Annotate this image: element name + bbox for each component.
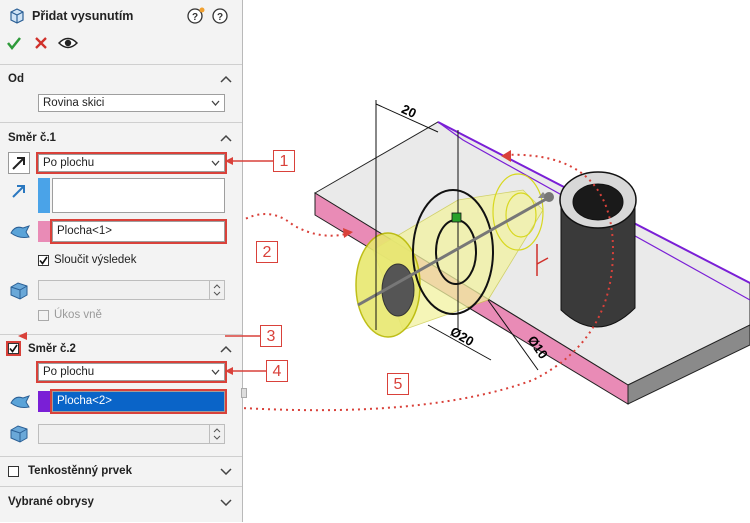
face2-value: Plocha<2>	[57, 395, 112, 407]
section-od-header[interactable]: Od	[0, 64, 242, 93]
direction2-end-condition-value: Po plochu	[43, 366, 95, 378]
dimension-diameter-20[interactable]: Ø20	[448, 324, 477, 349]
chevron-down-icon	[211, 369, 220, 375]
extrude-feature-icon	[10, 8, 24, 24]
draft-outward-label: Úkos vně	[54, 309, 102, 321]
callout-5: 5	[387, 373, 409, 395]
chevron-up-icon[interactable]	[220, 134, 232, 142]
direction-handle[interactable]	[544, 192, 554, 202]
sketch-origin-point	[451, 212, 462, 223]
merge-result-checkbox[interactable]	[38, 255, 49, 266]
svg-text:?: ?	[217, 12, 223, 23]
face-selection-icon	[10, 395, 30, 408]
section-direction1-header[interactable]: Směr č.1	[0, 122, 242, 151]
help-icon[interactable]: ?	[211, 7, 229, 25]
face1-color-swatch	[38, 221, 50, 242]
od-select[interactable]: Rovina skici	[38, 94, 225, 112]
section-selected-contours-label: Vybrané obrysy	[8, 496, 94, 508]
draft-angle-spinner[interactable]	[38, 280, 225, 300]
thin-feature-checkbox[interactable]	[8, 466, 19, 477]
direction2-checkbox[interactable]	[6, 341, 21, 356]
callout-3: 3	[260, 325, 282, 347]
callout-4: 4	[266, 360, 288, 382]
face1-field[interactable]: Plocha<1>	[50, 219, 227, 244]
direction1-end-condition-select[interactable]: Po plochu	[36, 152, 227, 174]
section-direction2-label: Směr č.2	[28, 343, 76, 355]
chevron-down-icon[interactable]	[220, 498, 232, 506]
direction1-end-condition-value: Po plochu	[43, 157, 95, 169]
merge-result-label: Sloučit výsledek	[54, 254, 137, 266]
callout-2: 2	[256, 241, 278, 263]
section-od-label: Od	[8, 73, 24, 85]
face2-color-swatch	[38, 391, 50, 412]
dimension-20-top[interactable]: 20	[399, 101, 418, 121]
draft-outward-checkbox[interactable]	[38, 310, 49, 321]
draft-icon	[8, 279, 30, 301]
section-direction1-label: Směr č.1	[8, 132, 56, 144]
panel-title: Přidat vysunutím	[32, 9, 134, 23]
draft-angle-spinner-2[interactable]	[38, 424, 225, 444]
od-select-value: Rovina skici	[43, 97, 105, 109]
chevron-down-icon	[211, 100, 220, 106]
chevron-up-icon[interactable]	[220, 75, 232, 83]
face2-field[interactable]: Plocha<2>	[50, 389, 227, 414]
graphics-area[interactable]: 20 Ø20 Ø10	[243, 0, 750, 522]
direction-vector-icon	[12, 185, 25, 198]
direction-color-swatch	[38, 178, 50, 213]
section-thin-feature-header[interactable]: Tenkostěnný prvek	[0, 456, 242, 485]
spinner-buttons[interactable]	[209, 425, 224, 443]
whats-wrong-help-icon[interactable]: ?	[187, 7, 205, 25]
property-manager-panel: Přidat vysunutím ? ? Od Rovina skici Smě…	[0, 0, 243, 522]
spinner-buttons[interactable]	[209, 281, 224, 299]
ok-check-icon[interactable]	[6, 35, 22, 51]
svg-text:?: ?	[192, 12, 198, 23]
preview-eye-icon[interactable]	[58, 36, 78, 50]
direction-vector-field[interactable]	[52, 178, 225, 213]
draft-icon	[8, 422, 30, 444]
cancel-x-icon[interactable]	[34, 36, 48, 50]
direction2-end-condition-select[interactable]: Po plochu	[36, 361, 227, 383]
face-selection-icon	[10, 225, 30, 238]
face1-value: Plocha<1>	[57, 225, 112, 237]
callout-arrowhead-3	[18, 332, 27, 340]
chevron-down-icon[interactable]	[220, 467, 232, 475]
section-selected-contours-header[interactable]: Vybrané obrysy	[0, 486, 242, 523]
reverse-direction-icon[interactable]	[8, 152, 30, 174]
chevron-down-icon	[211, 160, 220, 166]
callout-1: 1	[273, 150, 295, 172]
section-thin-feature-label: Tenkostěnný prvek	[28, 465, 132, 477]
